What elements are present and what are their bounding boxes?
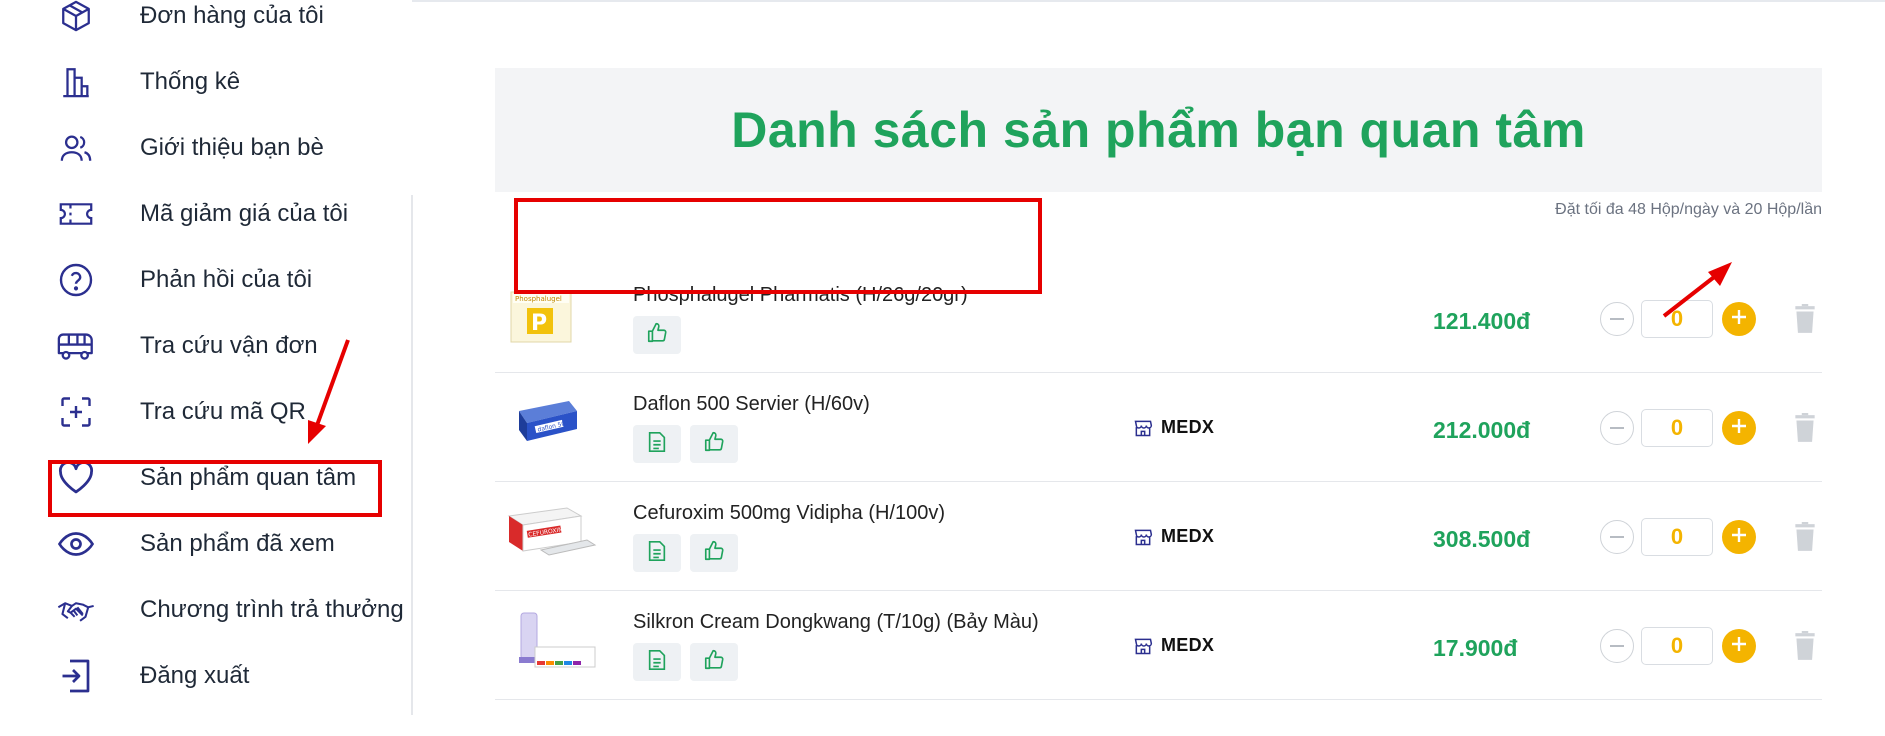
increase-qty-button[interactable] <box>1722 520 1756 554</box>
vendor-name: MEDX <box>1161 635 1215 655</box>
product-row: CEFUROXIM Cefuroxim 500mg Vidipha (H/100… <box>495 482 1822 591</box>
vendor-link[interactable]: MEDX <box>1133 635 1214 656</box>
sidebar-item-label: Giới thiệu bạn bè <box>140 134 324 161</box>
store-icon <box>1134 420 1153 436</box>
vendor-link[interactable]: MEDX <box>1133 417 1214 438</box>
decrease-qty-button[interactable] <box>1600 629 1634 663</box>
vendor-name: MEDX <box>1161 417 1215 437</box>
sidebar-item-label: Chương trình trả thưởng <box>140 596 404 623</box>
sidebar-item-label: Mã giảm giá của tôi <box>140 200 349 227</box>
sidebar-item-referral[interactable]: Giới thiệu bạn bè <box>48 118 408 178</box>
sidebar-item-vouchers[interactable]: Mã giảm giá của tôi <box>48 184 408 244</box>
thumbs-up-icon <box>703 540 725 567</box>
sidebar-item-label: Sản phẩm đã xem <box>140 530 335 557</box>
sidebar-item-rewards[interactable]: Chương trình trả thưởng <box>48 580 408 640</box>
thumbs-up-icon <box>646 322 668 349</box>
sidebar-item-logout[interactable]: Đăng xuất <box>48 646 408 706</box>
quantity-input[interactable] <box>1641 627 1713 665</box>
page-title: Danh sách sản phẩm bạn quan tâm <box>731 102 1586 158</box>
trash-icon <box>1792 413 1818 447</box>
logout-icon <box>56 656 96 696</box>
increase-qty-button[interactable] <box>1722 411 1756 445</box>
users-icon <box>56 128 96 168</box>
sidebar-item-feedback[interactable]: Phản hồi của tôi <box>48 250 408 310</box>
document-button[interactable] <box>633 425 681 463</box>
product-image-silkron[interactable] <box>505 607 596 677</box>
product-image-daflon[interactable]: daflon 500 <box>505 389 593 459</box>
delete-button[interactable] <box>1792 304 1820 336</box>
bus-icon <box>56 326 96 366</box>
product-name[interactable]: Silkron Cream Dongkwang (T/10g) (Bảy Màu… <box>633 611 1039 634</box>
sidebar-item-orders[interactable]: Đơn hàng của tôi <box>48 0 408 46</box>
order-limit-note: Đặt tối đa 48 Hộp/ngày và 20 Hộp/lần <box>1555 201 1822 218</box>
sidebar-item-viewed[interactable]: Sản phẩm đã xem <box>48 514 408 574</box>
store-icon <box>1134 529 1153 545</box>
product-name[interactable]: Daflon 500 Servier (H/60v) <box>633 393 870 416</box>
thumbs-up-icon <box>703 649 725 676</box>
delete-button[interactable] <box>1792 631 1820 663</box>
decrease-qty-button[interactable] <box>1600 302 1634 336</box>
sidebar-item-label: Phản hồi của tôi <box>140 266 313 293</box>
like-button[interactable] <box>633 316 681 354</box>
box-icon <box>56 0 96 36</box>
delete-button[interactable] <box>1792 522 1820 554</box>
trash-icon <box>1792 304 1818 338</box>
sidebar-item-label: Tra cứu vận đơn <box>140 332 318 359</box>
plus-icon <box>1731 527 1747 548</box>
product-price: 212.000đ <box>1433 417 1531 443</box>
highlight-box-product <box>514 198 1042 294</box>
eye-icon <box>56 524 96 564</box>
plus-icon <box>1731 636 1747 657</box>
title-band: Danh sách sản phẩm bạn quan tâm <box>495 68 1822 192</box>
document-icon <box>647 649 667 676</box>
document-button[interactable] <box>633 643 681 681</box>
product-image-cefuroxim[interactable]: CEFUROXIM <box>505 498 597 568</box>
document-icon <box>647 431 667 458</box>
delete-button[interactable] <box>1792 413 1820 445</box>
question-circle-icon <box>56 260 96 300</box>
quantity-input[interactable] <box>1641 518 1713 556</box>
ticket-icon <box>56 194 96 234</box>
vendor-link[interactable]: MEDX <box>1133 526 1214 547</box>
bar-chart-icon <box>56 62 96 102</box>
product-row: Silkron Cream Dongkwang (T/10g) (Bảy Màu… <box>495 591 1822 700</box>
sidebar-divider <box>411 195 413 715</box>
svg-text:Phosphalugel: Phosphalugel <box>515 295 562 303</box>
product-price: 17.900đ <box>1433 635 1518 661</box>
document-button[interactable] <box>633 534 681 572</box>
product-price: 308.500đ <box>1433 526 1531 552</box>
like-button[interactable] <box>690 643 738 681</box>
sidebar-item-label: Thống kê <box>140 68 241 95</box>
sidebar-item-label: Đơn hàng của tôi <box>140 2 324 29</box>
thumbs-up-icon <box>703 431 725 458</box>
product-price: 121.400đ <box>1433 308 1531 334</box>
plus-icon <box>1731 418 1747 439</box>
decrease-qty-button[interactable] <box>1600 520 1634 554</box>
sidebar-item-label: Đăng xuất <box>140 662 250 689</box>
like-button[interactable] <box>690 534 738 572</box>
qr-scan-icon <box>56 392 96 432</box>
highlight-box-favorites <box>48 460 382 517</box>
store-icon <box>1134 638 1153 654</box>
document-icon <box>647 540 667 567</box>
handshake-icon <box>56 590 96 630</box>
trash-icon <box>1792 522 1818 556</box>
vendor-name: MEDX <box>1161 526 1215 546</box>
product-row: daflon 500 Daflon 500 Servier (H/60v) ME… <box>495 373 1822 482</box>
sidebar-item-statistics[interactable]: Thống kê <box>48 52 408 112</box>
annotation-arrow-sidebar <box>308 339 350 444</box>
sidebar-item-label: Tra cứu mã QR <box>140 398 306 425</box>
svg-text:P: P <box>531 311 547 336</box>
increase-qty-button[interactable] <box>1722 629 1756 663</box>
like-button[interactable] <box>690 425 738 463</box>
quantity-input[interactable] <box>1641 409 1713 447</box>
trash-icon <box>1792 631 1818 665</box>
decrease-qty-button[interactable] <box>1600 411 1634 445</box>
annotation-arrow-plus <box>1662 262 1732 318</box>
product-name[interactable]: Cefuroxim 500mg Vidipha (H/100v) <box>633 502 945 525</box>
